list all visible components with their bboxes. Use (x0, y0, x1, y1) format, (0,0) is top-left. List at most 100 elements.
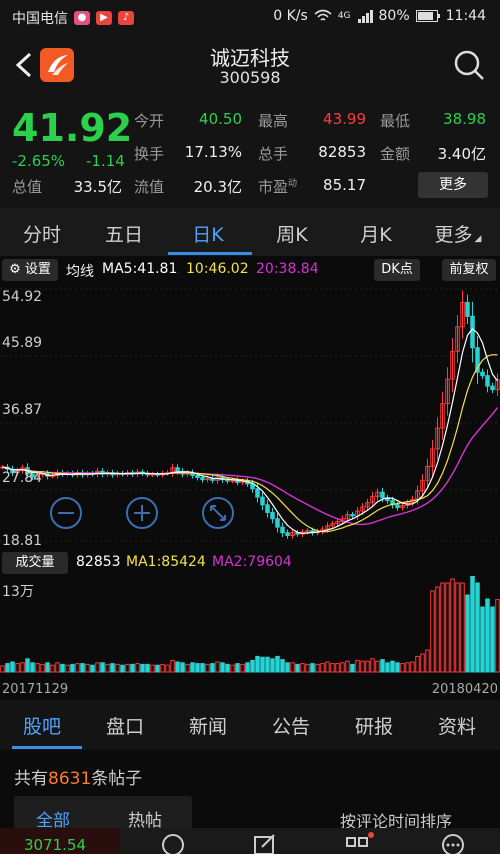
candle (275, 518, 280, 528)
volume-bar (470, 576, 475, 673)
volume-bar (45, 662, 50, 673)
volume-bar (450, 578, 455, 673)
video-icon: ▶ (96, 11, 112, 25)
volume-bar (160, 663, 165, 673)
volume-bar (445, 582, 450, 673)
y-tick-min: 18.81 (2, 533, 42, 549)
volume-current: 82853 (76, 554, 121, 570)
turnover-value: 17.13% (184, 143, 242, 161)
volume-bar (145, 663, 150, 673)
zoom-in-button[interactable] (126, 497, 158, 529)
volume-indicator-button[interactable]: 成交量 (2, 552, 68, 574)
y-tick-3: 36.87 (2, 402, 42, 418)
volume-bar (360, 660, 365, 673)
volume-bar (5, 663, 10, 673)
volume-bar (420, 653, 425, 673)
music-icon: ♪ (118, 11, 134, 25)
volume-bar (275, 655, 280, 673)
more-icon[interactable] (440, 832, 466, 854)
volume-bar (305, 663, 310, 673)
volume-bar (50, 664, 55, 673)
volume-value: 82853 (318, 143, 366, 161)
trade-icon[interactable] (160, 832, 186, 854)
volume-bar (300, 663, 305, 673)
open-label: 今开 (134, 112, 165, 130)
grid-icon[interactable] (344, 832, 374, 854)
more-button[interactable]: 更多 (418, 172, 488, 198)
volume-bar (90, 664, 95, 673)
volume-bar (355, 659, 360, 673)
candle (260, 496, 265, 506)
volume-bar (65, 664, 70, 673)
amount-label: 金额 (380, 145, 411, 163)
pig-icon: ● (74, 11, 90, 25)
volume-bar (130, 663, 135, 673)
volume-bar (475, 582, 480, 673)
pe-label: 市盈动 (258, 178, 298, 196)
volume-bar (395, 662, 400, 673)
volume-bar (155, 664, 160, 673)
volume-bar (105, 663, 110, 673)
volume-bar (270, 658, 275, 673)
tab-more[interactable]: 更多 ◢ (418, 220, 498, 247)
tab-monthly-k[interactable]: 月K (336, 220, 416, 247)
clock: 11:44 (445, 8, 486, 24)
volume-bar (495, 599, 500, 673)
volume-bar (0, 665, 5, 673)
current-price: 41.92 (12, 106, 133, 150)
settings-button[interactable]: ⚙ 设置 (2, 259, 58, 281)
volume-chart[interactable]: 13万 (0, 576, 500, 680)
volume-bar (460, 582, 465, 673)
index-value: 3071.54 (24, 836, 87, 854)
tab-news[interactable]: 新闻 (166, 712, 250, 739)
volume-ma2: MA2:79604 (212, 554, 292, 570)
wifi-icon (314, 9, 332, 21)
gear-icon: ⚙ (9, 262, 21, 277)
post-count-number: 8631 (48, 769, 92, 789)
tab-intraday[interactable]: 分时 (2, 220, 82, 247)
volume-bar (185, 663, 190, 673)
candlestick-chart[interactable]: 54.92 45.89 36.87 27.84 18.81 (0, 283, 500, 550)
tab-five-day[interactable]: 五日 (84, 220, 164, 247)
candle (230, 479, 235, 482)
volume-bar (195, 663, 200, 673)
volume-bar (245, 662, 250, 673)
bottom-nav: 3071.54 (0, 828, 500, 854)
volume-bar (200, 663, 205, 673)
volume-bar (410, 661, 415, 673)
zoom-out-button[interactable] (50, 497, 82, 529)
active-tab-indicator (168, 252, 252, 255)
tab-daily-k[interactable]: 日K (168, 220, 248, 247)
index-ticker[interactable]: 3071.54 (0, 828, 120, 854)
pe-value: 85.17 (323, 176, 366, 194)
candle (380, 491, 385, 499)
tab-announcements[interactable]: 公告 (249, 712, 333, 739)
dk-button[interactable]: DK点 (374, 259, 420, 281)
tab-order-book[interactable]: 盘口 (83, 712, 167, 739)
volume-bar (235, 663, 240, 673)
date-axis: 20171129 20180420 (0, 682, 500, 700)
end-date: 20180420 (431, 682, 498, 697)
high-value: 43.99 (323, 110, 366, 128)
tab-profile[interactable]: 资料 (415, 712, 499, 739)
tab-research[interactable]: 研报 (332, 712, 416, 739)
volume-bar (35, 663, 40, 673)
ma10-value: 10:46.02 (186, 261, 249, 277)
adjust-button[interactable]: 前复权 (442, 259, 496, 281)
post-count-prefix: 共有 (14, 769, 48, 789)
status-bar: 中国电信 ● ▶ ♪ 0 K/s 4G 80% 11:44 (0, 0, 500, 34)
edit-icon[interactable] (252, 832, 278, 854)
volume-bar (80, 663, 85, 673)
volume-bar (280, 659, 285, 673)
volume-bar (375, 660, 380, 673)
search-icon[interactable] (452, 48, 486, 82)
volume-bar (240, 663, 245, 673)
volume-bar (135, 663, 140, 673)
low-value: 38.98 (443, 110, 486, 128)
volume-bar (415, 655, 420, 673)
volume-bar (385, 662, 390, 673)
fullscreen-button[interactable] (202, 497, 234, 529)
tab-forum[interactable]: 股吧 (0, 712, 84, 739)
tab-weekly-k[interactable]: 周K (252, 220, 332, 247)
volume-bar (215, 661, 220, 673)
